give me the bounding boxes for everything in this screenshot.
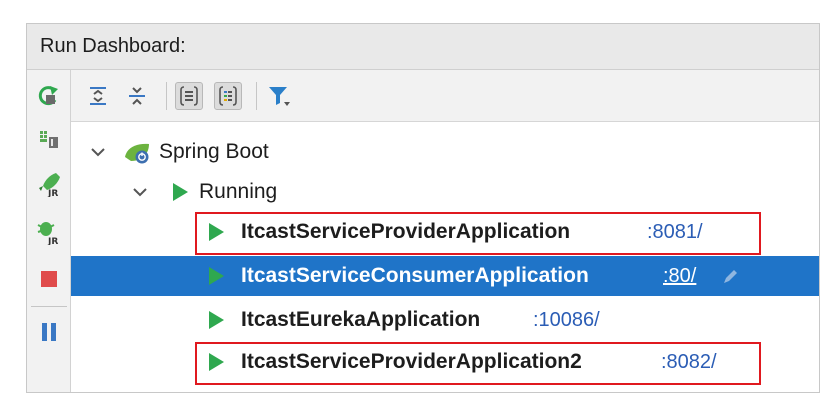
- filter-icon: [269, 87, 290, 106]
- group-by-type-icon: [180, 86, 198, 106]
- group-by-type-button[interactable]: [175, 82, 203, 110]
- spring-boot-icon: [125, 143, 149, 164]
- toolbar-separator: [166, 82, 167, 110]
- running-status-icon: [209, 267, 224, 285]
- chevron-down-icon[interactable]: [89, 144, 107, 160]
- stop-button[interactable]: [35, 265, 63, 293]
- panel-title: Run Dashboard:: [40, 35, 186, 57]
- collapse-all-icon: [129, 87, 145, 105]
- running-status-icon: [209, 311, 224, 329]
- toolbar-separator: [256, 82, 257, 110]
- top-toolbar: [71, 70, 819, 122]
- pause-button[interactable]: [35, 318, 63, 346]
- edit-icon[interactable]: [721, 268, 739, 286]
- tree-node-spring-boot[interactable]: Spring Boot: [71, 132, 819, 172]
- svg-text:JR: JR: [47, 189, 58, 197]
- tree-node-label: Spring Boot: [159, 140, 269, 163]
- pause-icon: [42, 323, 56, 341]
- run-configurations-icon: [40, 131, 58, 148]
- app-name: ItcastEurekaApplication: [241, 308, 481, 331]
- tree-node-app-consumer[interactable]: ItcastServiceConsumerApplication :80/: [71, 256, 819, 296]
- running-status-icon: [173, 183, 188, 201]
- group-by-status-button[interactable]: [214, 82, 242, 110]
- app-port-link[interactable]: :80/: [663, 265, 696, 288]
- highlight-box: [195, 212, 761, 255]
- run-dashboard-panel: Run Dashboard: JR JR Spring Boot Running…: [26, 23, 820, 393]
- tree-node-label: Running: [199, 180, 278, 203]
- rerun-icon: [38, 86, 58, 106]
- tree-node-app-eureka[interactable]: ItcastEurekaApplication :10086/: [71, 300, 819, 340]
- expand-all-button[interactable]: [84, 82, 112, 110]
- expand-all-icon: [90, 87, 106, 105]
- toolbar-separator: [31, 306, 67, 307]
- app-port-link[interactable]: :10086/: [533, 309, 600, 332]
- rerun-button[interactable]: [35, 82, 63, 110]
- left-toolbar: JR JR: [27, 70, 71, 392]
- app-name: ItcastServiceConsumerApplication: [241, 264, 589, 287]
- debug-jrebel-button[interactable]: JR: [35, 218, 63, 246]
- collapse-all-button[interactable]: [123, 82, 151, 110]
- run-configurations-button[interactable]: [35, 125, 63, 153]
- group-by-status-icon: [219, 86, 237, 106]
- debug-jrebel-icon: JR: [37, 222, 58, 245]
- chevron-down-icon[interactable]: [131, 184, 149, 200]
- run-jrebel-button[interactable]: JR: [35, 170, 63, 198]
- stop-icon: [41, 271, 57, 287]
- panel-header: Run Dashboard:: [27, 24, 819, 70]
- highlight-box: [195, 342, 761, 385]
- run-jrebel-icon: JR: [39, 173, 60, 197]
- tree-node-running[interactable]: Running: [71, 172, 819, 212]
- svg-text:JR: JR: [47, 237, 58, 245]
- filter-button[interactable]: [265, 82, 293, 110]
